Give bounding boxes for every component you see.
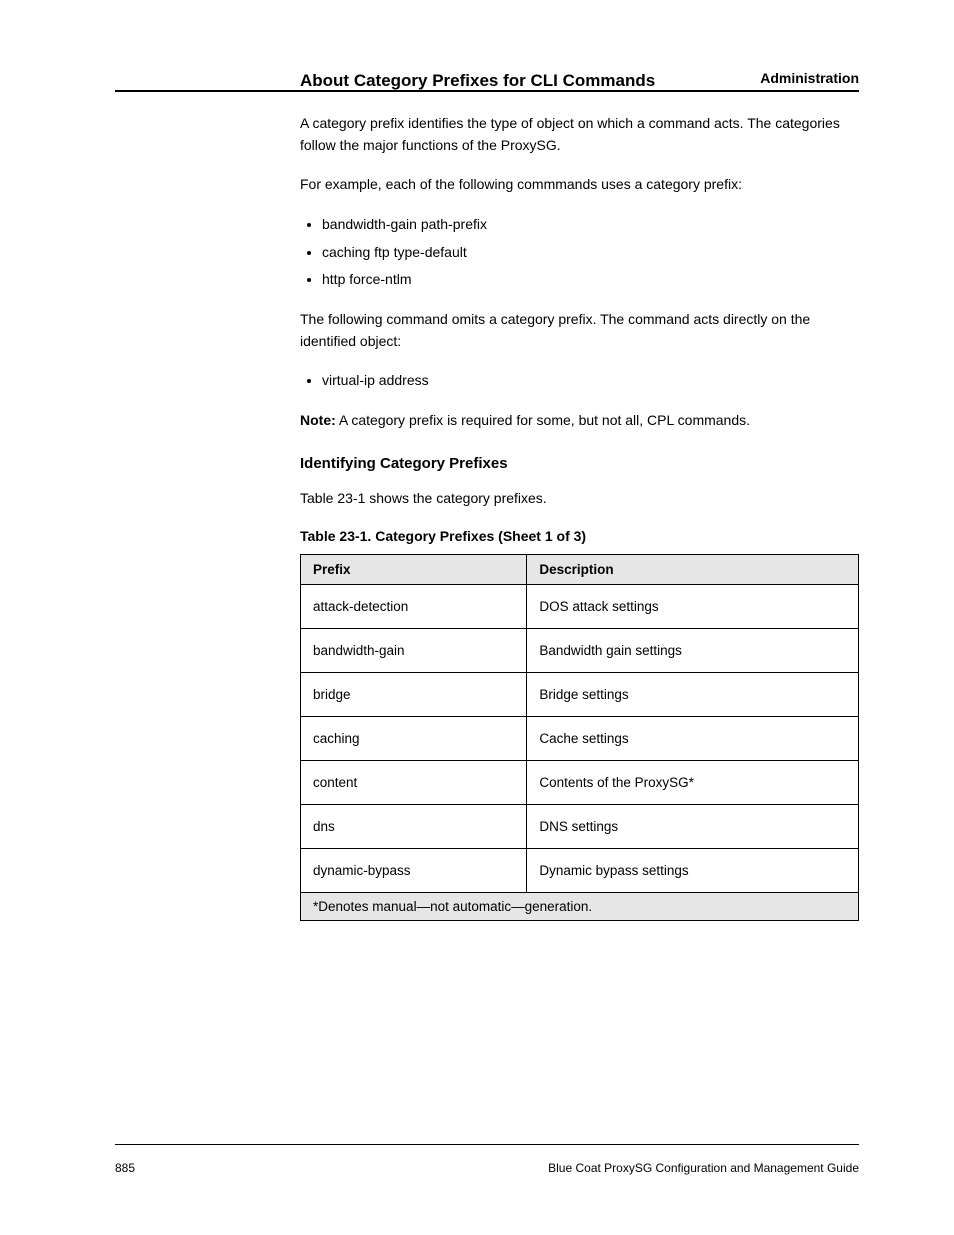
example-list-prefixed: bandwidth-gain path-prefix caching ftp t…	[300, 214, 859, 291]
table-cell-prefix: dns	[301, 804, 527, 848]
table-cell-description: Dynamic bypass settings	[527, 848, 859, 892]
table-row: content Contents of the ProxySG*	[301, 760, 859, 804]
table-cell-description: DOS attack settings	[527, 584, 859, 628]
table-title: Table 23-1. Category Prefixes (Sheet 1 o…	[300, 528, 859, 544]
table-cell-description: Bandwidth gain settings	[527, 628, 859, 672]
table-row: caching Cache settings	[301, 716, 859, 760]
page-body: About Category Prefixes for CLI Commands…	[0, 0, 954, 1235]
table-cell-prefix: attack-detection	[301, 584, 527, 628]
table-row: dynamic-bypass Dynamic bypass settings	[301, 848, 859, 892]
bullet-item: caching ftp type-default	[322, 242, 859, 264]
table-footnote: *Denotes manual—not automatic—generation…	[301, 892, 859, 920]
table-cell-prefix: bridge	[301, 672, 527, 716]
table-header-description: Description	[527, 554, 859, 584]
table-cell-prefix: content	[301, 760, 527, 804]
table-header-row: Prefix Description	[301, 554, 859, 584]
table-cell-prefix: dynamic-bypass	[301, 848, 527, 892]
note-label: Note:	[300, 412, 336, 428]
note-paragraph: Note: A category prefix is required for …	[300, 410, 859, 432]
note-text: A category prefix is required for some, …	[339, 412, 750, 428]
prefix-table: Prefix Description attack-detection DOS …	[300, 554, 859, 921]
table-row: bridge Bridge settings	[301, 672, 859, 716]
table-cell-prefix: caching	[301, 716, 527, 760]
table-wrapper: Table 23-1. Category Prefixes (Sheet 1 o…	[300, 528, 859, 921]
sub-section-title: Identifying Category Prefixes	[300, 454, 859, 474]
table-row: attack-detection DOS attack settings	[301, 584, 859, 628]
bullet-item: bandwidth-gain path-prefix	[322, 214, 859, 236]
table-cell-description: Cache settings	[527, 716, 859, 760]
section-title: About Category Prefixes for CLI Commands	[300, 70, 859, 93]
bullet-item: http force-ntlm	[322, 269, 859, 291]
table-cell-description: Contents of the ProxySG*	[527, 760, 859, 804]
table-cell-description: Bridge settings	[527, 672, 859, 716]
paragraph-3: The following command omits a category p…	[300, 309, 859, 352]
paragraph-2: For example, each of the following commm…	[300, 174, 859, 196]
table-row: dns DNS settings	[301, 804, 859, 848]
paragraph-1: A category prefix identifies the type of…	[300, 113, 859, 156]
page-number: 885	[115, 1161, 135, 1175]
table-row: bandwidth-gain Bandwidth gain settings	[301, 628, 859, 672]
bullet-item: virtual-ip address	[322, 370, 859, 392]
paragraph-4: Table 23-1 shows the category prefixes.	[300, 488, 859, 510]
table-footnote-row: *Denotes manual—not automatic—generation…	[301, 892, 859, 920]
footer-doc-title: Blue Coat ProxySG Configuration and Mana…	[548, 1161, 859, 1175]
footer-rule	[115, 1144, 859, 1145]
table-header-prefix: Prefix	[301, 554, 527, 584]
example-list-noprefix: virtual-ip address	[300, 370, 859, 392]
table-cell-prefix: bandwidth-gain	[301, 628, 527, 672]
table-cell-description: DNS settings	[527, 804, 859, 848]
